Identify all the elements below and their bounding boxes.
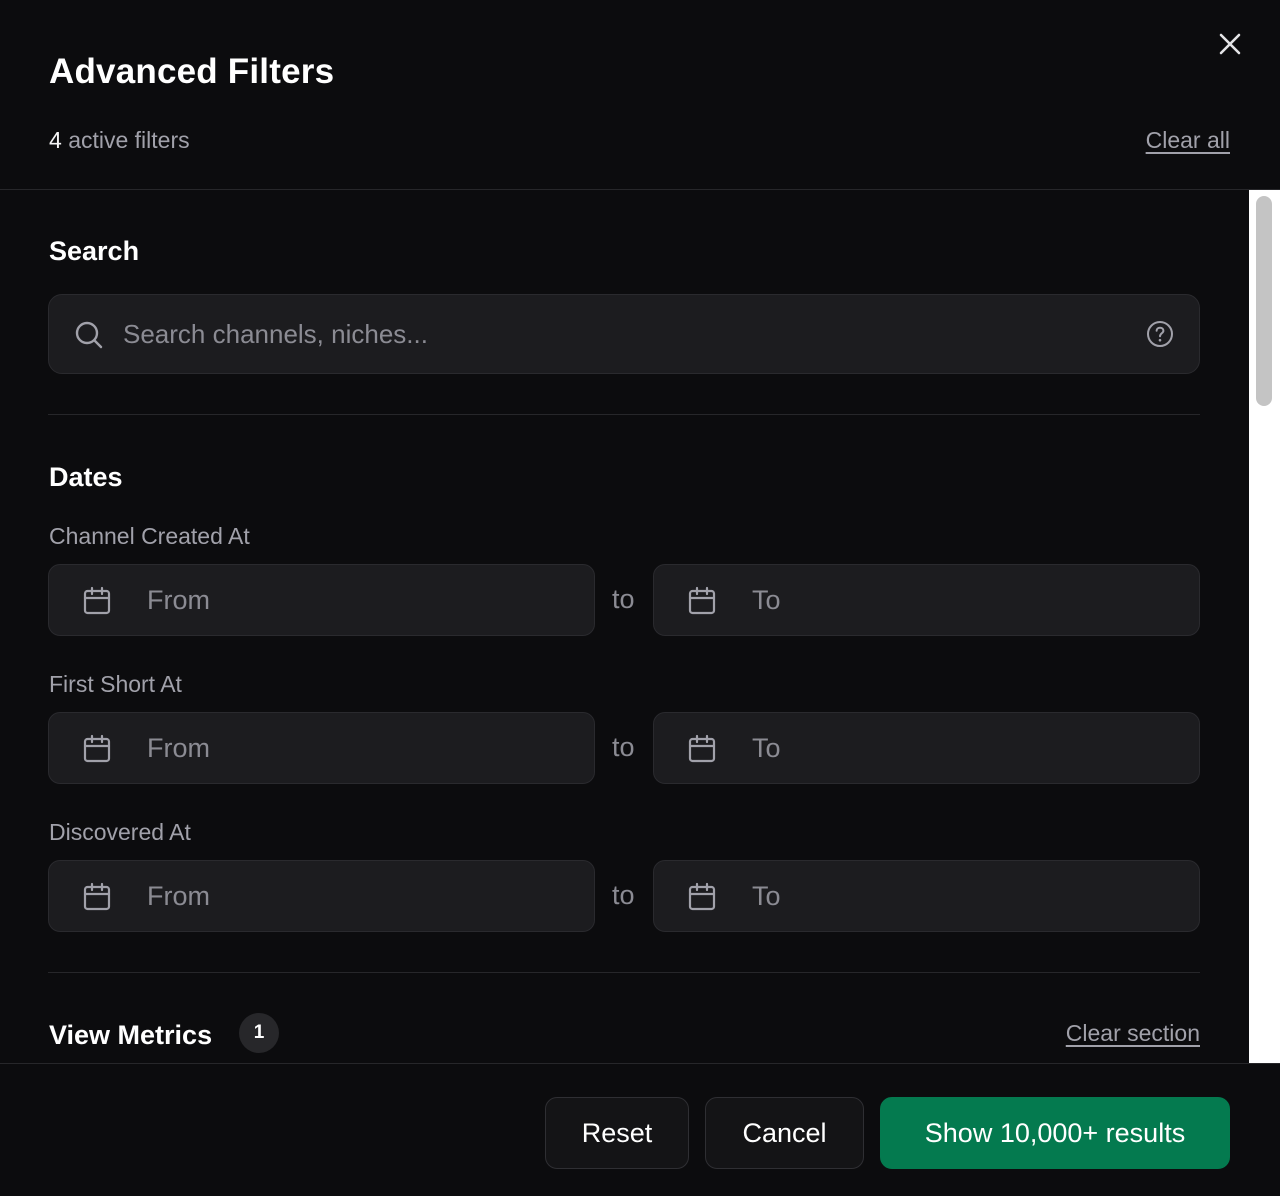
discovered-at-label: Discovered At <box>49 819 191 845</box>
section-divider <box>48 972 1200 973</box>
clear-section-link[interactable]: Clear section <box>1066 1020 1200 1047</box>
date-placeholder: From <box>147 733 210 763</box>
scrollbar-thumb[interactable] <box>1256 196 1272 406</box>
reset-button[interactable]: Reset <box>545 1097 689 1169</box>
cancel-button[interactable]: Cancel <box>705 1097 864 1169</box>
search-section-title: Search <box>49 236 140 266</box>
dates-section-title: Dates <box>49 462 123 492</box>
calendar-icon <box>83 882 111 911</box>
discovered-from-input[interactable]: From <box>48 860 595 932</box>
calendar-icon <box>83 586 111 615</box>
view-metrics-count-badge: 1 <box>239 1013 279 1053</box>
date-range-separator: to <box>612 732 635 762</box>
search-input[interactable] <box>123 295 1123 373</box>
view-metrics-section-title: View Metrics <box>49 1020 213 1050</box>
calendar-icon <box>688 586 716 615</box>
calendar-icon <box>688 882 716 911</box>
section-divider <box>48 414 1200 415</box>
filters-scroll-area[interactable]: Search Dates Channel Created At From <box>0 190 1280 1063</box>
discovered-to-input[interactable]: To <box>653 860 1200 932</box>
channel-created-from-input[interactable]: From <box>48 564 595 636</box>
search-icon <box>75 321 103 349</box>
show-results-button[interactable]: Show 10,000+ results <box>880 1097 1230 1169</box>
active-filters-number: 4 <box>49 127 62 153</box>
modal-title: Advanced Filters <box>49 52 335 91</box>
channel-created-to-input[interactable]: To <box>653 564 1200 636</box>
help-circle-icon[interactable] <box>1145 319 1175 349</box>
date-range-separator: to <box>612 584 635 614</box>
date-placeholder: From <box>147 881 210 911</box>
date-placeholder: To <box>752 585 781 615</box>
active-filters-count: 4 active filters <box>49 127 190 154</box>
close-icon <box>1219 33 1241 55</box>
channel-created-at-label: Channel Created At <box>49 523 250 549</box>
active-filters-label: active filters <box>68 127 190 153</box>
first-short-to-input[interactable]: To <box>653 712 1200 784</box>
date-range-separator: to <box>612 880 635 910</box>
date-placeholder: To <box>752 733 781 763</box>
modal-footer: Reset Cancel Show 10,000+ results <box>0 1063 1280 1196</box>
date-placeholder: From <box>147 585 210 615</box>
close-button[interactable] <box>1214 28 1246 60</box>
calendar-icon <box>688 734 716 763</box>
search-box <box>48 294 1200 374</box>
advanced-filters-modal: Advanced Filters 4 active filters Clear … <box>0 0 1280 1196</box>
modal-header: Advanced Filters 4 active filters Clear … <box>0 0 1280 190</box>
date-placeholder: To <box>752 881 781 911</box>
first-short-from-input[interactable]: From <box>48 712 595 784</box>
calendar-icon <box>83 734 111 763</box>
first-short-at-label: First Short At <box>49 671 182 697</box>
clear-all-link[interactable]: Clear all <box>1146 127 1230 154</box>
